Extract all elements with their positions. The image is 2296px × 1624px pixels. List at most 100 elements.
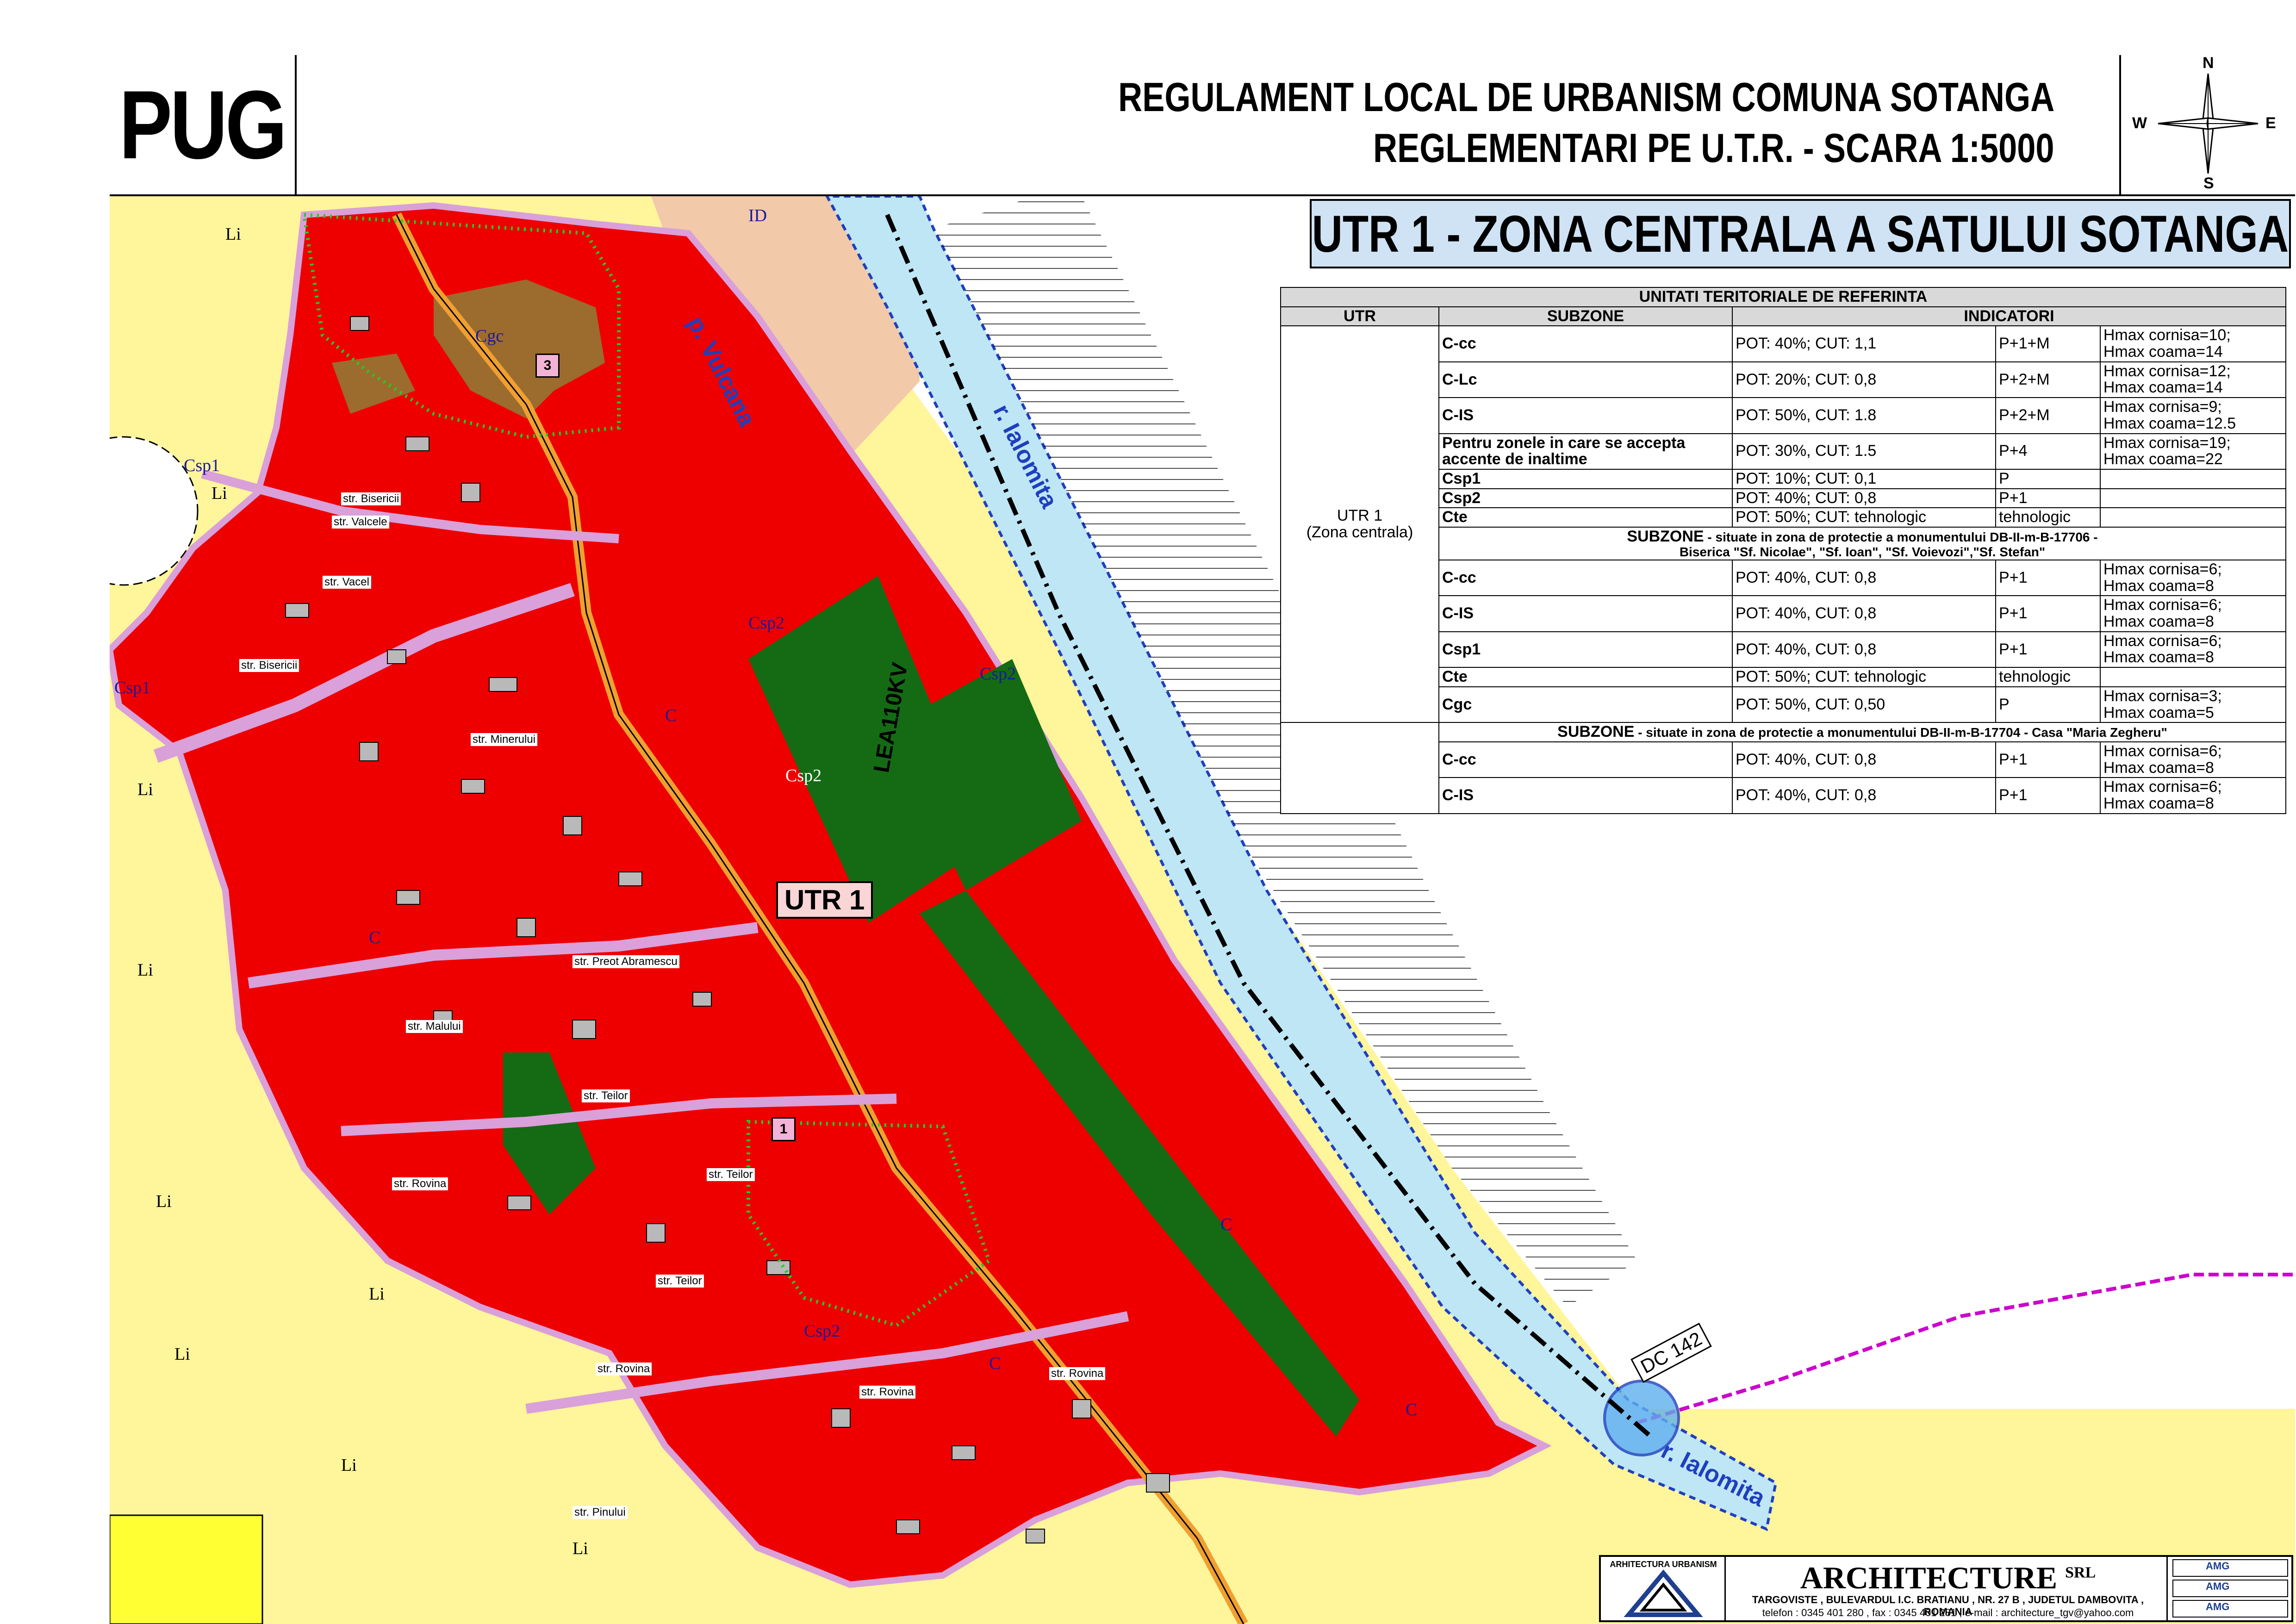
subzone-cell: Csp1 <box>1438 631 1733 668</box>
hmax-cornisa: Hmax cornisa=3; <box>2103 687 2222 705</box>
street-label-valcele: str. Valcele <box>332 516 389 529</box>
hmax-coama: Hmax coama=8 <box>2103 648 2214 666</box>
hmax-cell: Hmax cornisa=10; Hmax coama=14 <box>2099 325 2287 362</box>
height-regime-cell: P <box>1995 468 2101 489</box>
utr-map-tag: UTR 1 <box>776 881 873 919</box>
subzone-cell: C-IS <box>1438 397 1733 434</box>
pot-cut-cell: POT: 40%; CUT: 0,8 <box>1731 488 1997 509</box>
title-block: ARHITECTURA URBANISM ARCHITECTURE SRL TA… <box>1599 1555 2293 1622</box>
hmax-cornisa: Hmax cornisa=6; <box>2103 778 2222 796</box>
hmax-cornisa: Hmax cornisa=10; <box>2103 326 2231 344</box>
hmax-coama: Hmax coama=14 <box>2103 379 2223 397</box>
street-label-vacel: str. Vacel <box>323 576 371 589</box>
hmax-coama: Hmax coama=8 <box>2103 759 2214 777</box>
hmax-cell: Hmax cornisa=12; Hmax coama=14 <box>2099 361 2287 398</box>
c-label-1: C <box>369 928 381 947</box>
street-label-bisericii-2: str. Bisericii <box>239 659 299 672</box>
pug-logo: PUG <box>110 55 297 194</box>
pot-cut-cell: POT: 40%, CUT: 0,8 <box>1731 595 1997 632</box>
table-caption: UNITATI TERITORIALE DE REFERINTA <box>1280 287 2286 307</box>
subzone-cell: C-Lc <box>1438 361 1733 398</box>
table-body: UTR 1 (Zona centrala) C-cc POT: 40%; CUT: 1… <box>1280 325 2287 814</box>
li-label-8: Li <box>341 1456 357 1475</box>
hmax-coama: Hmax coama=14 <box>2103 343 2223 361</box>
company-srl: SRL <box>2065 1564 2096 1581</box>
li-label-6: Li <box>174 1344 190 1364</box>
c-label-5: C <box>1406 1400 1418 1419</box>
hmax-cell: Hmax cornisa=6; Hmax coama=8 <box>2099 741 2287 778</box>
pot-cut-cell: POT: 40%, CUT: 0,8 <box>1731 741 1997 778</box>
pot-cut-cell: POT: 50%, CUT: 0,50 <box>1731 686 1997 723</box>
li-label-2: Li <box>212 484 227 503</box>
hmax-cornisa: Hmax cornisa=9; <box>2103 398 2222 416</box>
street-label-bisericii-1: str. Bisericii <box>341 492 401 505</box>
header-indicatori: INDICATORI <box>1732 306 2286 327</box>
subzone-heading-text: - situate in zona de protectie a monumen… <box>1634 725 2167 740</box>
cgc-label: Cgc <box>475 326 504 346</box>
hmax-cell: Hmax cornisa=19; Hmax coama=22 <box>2099 433 2287 470</box>
utr-banner: UTR 1 - ZONA CENTRALA A SATULUI SOTANGA <box>1310 199 2291 268</box>
height-regime-cell: P+4 <box>1995 433 2101 470</box>
company-contact: telefon : 0345 401 280 , fax : 0345 401 … <box>1762 1607 2134 1618</box>
header-utr: UTR <box>1280 306 1439 327</box>
hmax-cell <box>2099 488 2287 509</box>
subzone-heading: SUBZONE <box>1557 723 1635 741</box>
pot-cut-cell: POT: 10%; CUT: 0,1 <box>1731 468 1997 489</box>
cert-badge-1: AMG <box>2172 1559 2288 1577</box>
utr-name: UTR 1 <box>1337 507 1383 525</box>
hmax-cell <box>2099 507 2287 528</box>
pot-cut-cell: POT: 40%, CUT: 0,8 <box>1731 631 1997 668</box>
street-label-rovina-3: str. Rovina <box>596 1363 652 1375</box>
certifications: AMG AMG AMG <box>2166 1557 2291 1620</box>
hmax-coama: Hmax coama=8 <box>2103 577 2214 595</box>
subzone-header-2-cell: SUBZONE - situate in zona de protectie a… <box>1438 722 2286 742</box>
hmax-cell <box>2099 667 2287 687</box>
street-label-minerului: str. Minerului <box>471 733 538 746</box>
street-label-teilor-2: str. Teilor <box>707 1168 755 1181</box>
subzone-cell: Cgc <box>1438 686 1733 723</box>
subzone-cell: C-IS <box>1438 777 1733 814</box>
monument-marker-1: 1 <box>772 1117 796 1141</box>
compass-e: E <box>2265 114 2276 132</box>
hmax-cell: Hmax cornisa=9; Hmax coama=12.5 <box>2099 397 2287 434</box>
title-line-2: REGLEMENTARI PE U.T.R. - SCARA 1:5000 <box>1373 125 2054 171</box>
c-label-4: C <box>1220 1215 1232 1234</box>
subzone-cell: Csp2 <box>1438 488 1733 509</box>
hmax-coama: Hmax coama=5 <box>2103 703 2214 722</box>
page-header: PUG REGULAMENT LOCAL DE URBANISM COMUNA … <box>110 54 2295 196</box>
hmax-cornisa: Hmax cornisa=6; <box>2103 742 2222 760</box>
street-label-pinului: str. Pinului <box>572 1506 628 1519</box>
street-label-rovina-4: str. Rovina <box>392 1177 448 1190</box>
hmax-cell: Hmax cornisa=3; Hmax coama=5 <box>2099 686 2287 723</box>
logo-text: ARHITECTURA URBANISM <box>1610 1560 1717 1569</box>
pot-cut-cell: POT: 50%, CUT: 1.8 <box>1731 397 1997 434</box>
height-regime-cell: P+1 <box>1995 488 2101 509</box>
cert-badge-3: AMG <box>2172 1600 2288 1618</box>
li-label-5: Li <box>156 1192 172 1211</box>
hmax-cornisa: Hmax cornisa=6; <box>2103 632 2222 650</box>
subzone-heading-line2: Biserica "Sf. Nicolae", "Sf. Ioan", "Sf.… <box>1679 544 2046 559</box>
compass-s: S <box>2203 174 2214 192</box>
hmax-cell: Hmax cornisa=6; Hmax coama=8 <box>2099 595 2287 632</box>
street-label-malului: str. Malului <box>406 1020 463 1033</box>
height-regime-cell: P+1 <box>1995 777 2101 814</box>
subzone-cell: C-IS <box>1438 595 1733 632</box>
street-label-teilor-3: str. Teilor <box>656 1275 704 1288</box>
pot-cut-cell: POT: 30%, CUT: 1.5 <box>1731 433 1997 470</box>
header-subzone: SUBZONE <box>1438 306 1733 327</box>
height-regime-cell: tehnologic <box>1995 667 2101 687</box>
height-regime-cell: P+2+M <box>1995 361 2101 398</box>
csp2-label-1: Csp2 <box>748 613 785 633</box>
subzone-cell: C-cc <box>1438 325 1733 362</box>
height-regime-cell: P+1 <box>1995 560 2101 597</box>
height-regime-cell: P <box>1995 686 2101 723</box>
pot-cut-cell: POT: 20%; CUT: 0,8 <box>1731 361 1997 398</box>
utr-cell: UTR 1 (Zona centrala) <box>1280 325 1439 723</box>
title-line-1: REGULAMENT LOCAL DE URBANISM COMUNA SOTA… <box>1118 74 2054 120</box>
subzone-cell: Csp1 <box>1438 468 1733 489</box>
csp1-label-1: Csp1 <box>184 456 220 475</box>
height-regime-cell: P+1 <box>1995 631 2101 668</box>
li-label-9: Li <box>572 1539 588 1558</box>
subzone-cell: Cte <box>1438 667 1733 687</box>
pot-cut-cell: POT: 40%, CUT: 0,8 <box>1731 560 1997 597</box>
